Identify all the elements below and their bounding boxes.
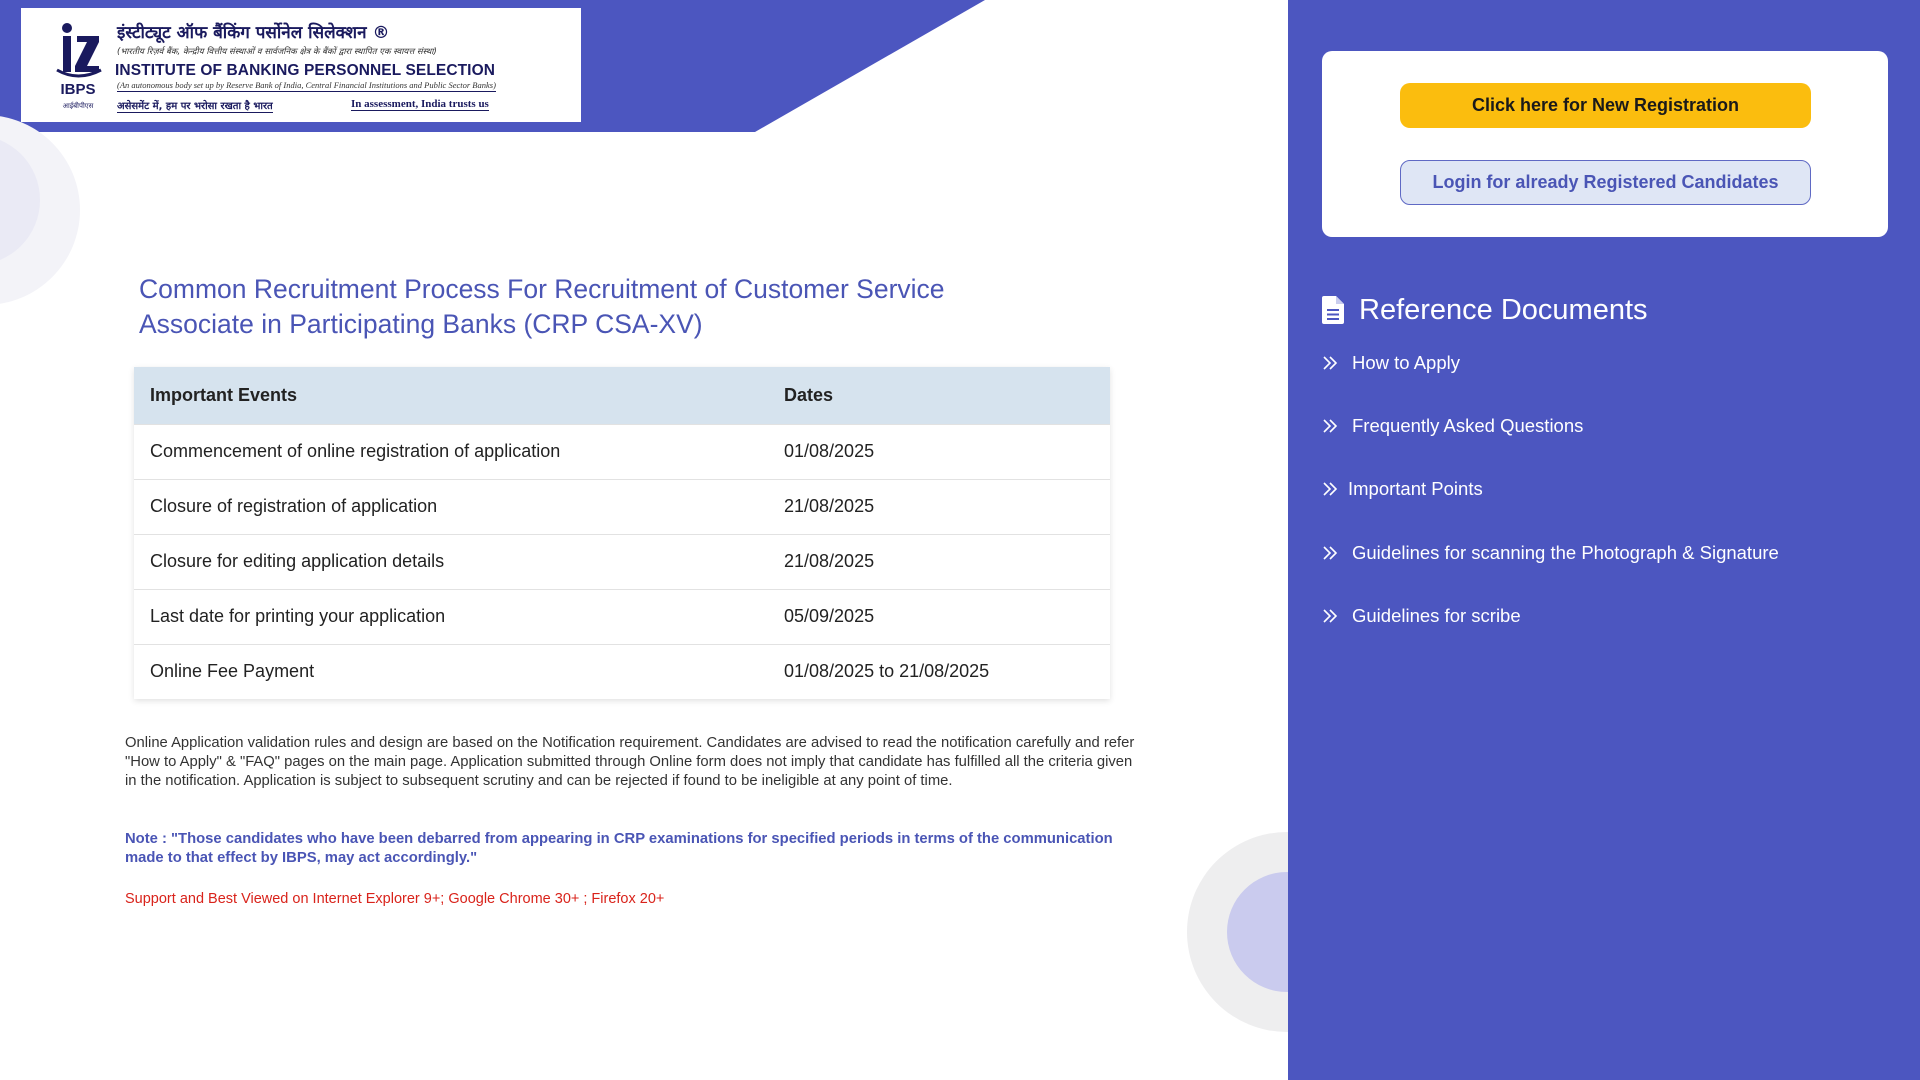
column-header-events: Important Events xyxy=(134,367,768,424)
logo-hindi-subtitle: (भारतीय रिज़र्व बैंक, केन्द्रीय वित्तीय … xyxy=(117,47,437,57)
reference-link-scribe-guidelines[interactable]: Guidelines for scribe xyxy=(1322,601,1521,631)
event-cell: Online Fee Payment xyxy=(134,643,768,699)
logo-tagline-hindi: असेसमेंट में, हम पर भरोसा रखता है भारत xyxy=(117,98,273,113)
reference-link-how-to-apply[interactable]: How to Apply xyxy=(1322,348,1460,378)
date-cell: 05/09/2025 xyxy=(768,588,1110,644)
table-row: Online Fee Payment 01/08/2025 to 21/08/2… xyxy=(134,643,1110,699)
logo-english-subtitle: (An autonomous body set up by Reserve Ba… xyxy=(117,80,496,92)
column-header-dates: Dates xyxy=(768,367,1110,424)
registered-mark: ® xyxy=(372,23,390,43)
document-icon xyxy=(1322,296,1344,324)
page-title: Common Recruitment Process For Recruitme… xyxy=(139,274,945,339)
table-row: Closure for editing application details … xyxy=(134,533,1110,589)
auth-card: Click here for New Registration Login fo… xyxy=(1322,51,1888,237)
reference-link-photo-signature-guidelines[interactable]: Guidelines for scanning the Photograph &… xyxy=(1322,538,1779,568)
date-cell: 01/08/2025 xyxy=(768,423,1110,479)
reference-link-label[interactable]: Frequently Asked Questions xyxy=(1352,415,1583,437)
login-button[interactable]: Login for already Registered Candidates xyxy=(1400,160,1811,205)
new-registration-button[interactable]: Click here for New Registration xyxy=(1400,83,1811,128)
double-chevron-right-icon xyxy=(1323,419,1338,433)
ibps-emblem-icon: IBPS आईबीपीएस xyxy=(56,23,102,110)
reference-link-label[interactable]: How to Apply xyxy=(1352,352,1460,374)
browser-support-text: Support and Best Viewed on Internet Expl… xyxy=(125,891,665,907)
table-row: Closure of registration of application 2… xyxy=(134,478,1110,534)
emblem-hindi-text: आईबीपीएस xyxy=(63,101,94,110)
reference-documents-header: Reference Documents xyxy=(1322,290,1648,330)
double-chevron-right-icon xyxy=(1323,609,1338,623)
double-chevron-right-icon xyxy=(1323,356,1338,370)
double-chevron-right-icon xyxy=(1323,546,1338,560)
validation-info-text: Online Application validation rules and … xyxy=(125,735,1135,789)
event-cell: Commencement of online registration of a… xyxy=(134,423,768,479)
event-cell: Last date for printing your application xyxy=(134,588,768,644)
reference-link-label[interactable]: Guidelines for scanning the Photograph &… xyxy=(1352,542,1779,564)
table-row: Commencement of online registration of a… xyxy=(134,423,1110,479)
event-cell: Closure of registration of application xyxy=(134,478,768,534)
reference-link-faq[interactable]: Frequently Asked Questions xyxy=(1322,411,1583,441)
double-chevron-right-icon xyxy=(1323,482,1338,496)
ibps-logo[interactable]: IBPS आईबीपीएस इंस्टीट्यूट ऑफ बैंकिंग पर्… xyxy=(21,8,581,122)
table-header-row: Important Events Dates xyxy=(134,367,1110,424)
reference-link-important-points[interactable]: Important Points xyxy=(1322,474,1483,504)
logo-hindi-title: इंस्टीट्यूट ऑफ बैंकिंग पर्सोनेल सिलेक्शन… xyxy=(117,23,390,43)
event-cell: Closure for editing application details xyxy=(134,533,768,589)
logo-tagline-english: In assessment, India trusts us xyxy=(351,98,489,111)
reference-link-label[interactable]: Guidelines for scribe xyxy=(1352,605,1521,627)
page: IBPS आईबीपीएस इंस्टीट्यूट ऑफ बैंकिंग पर्… xyxy=(0,0,1920,1080)
important-events-table: Important Events Dates Commencement of o… xyxy=(134,367,1110,699)
date-cell: 21/08/2025 xyxy=(768,533,1110,589)
logo-english-title: INSTITUTE OF BANKING PERSONNEL SELECTION xyxy=(115,62,496,79)
date-cell: 21/08/2025 xyxy=(768,478,1110,534)
date-cell: 01/08/2025 to 21/08/2025 xyxy=(768,643,1110,699)
debarred-note-text: Note : "Those candidates who have been d… xyxy=(125,831,1113,866)
reference-documents-title: Reference Documents xyxy=(1359,293,1648,326)
table-row: Last date for printing your application … xyxy=(134,588,1110,644)
emblem-text: IBPS xyxy=(60,81,95,98)
reference-link-label[interactable]: Important Points xyxy=(1348,478,1483,500)
right-sidebar: Click here for New Registration Login fo… xyxy=(1288,0,1920,1080)
